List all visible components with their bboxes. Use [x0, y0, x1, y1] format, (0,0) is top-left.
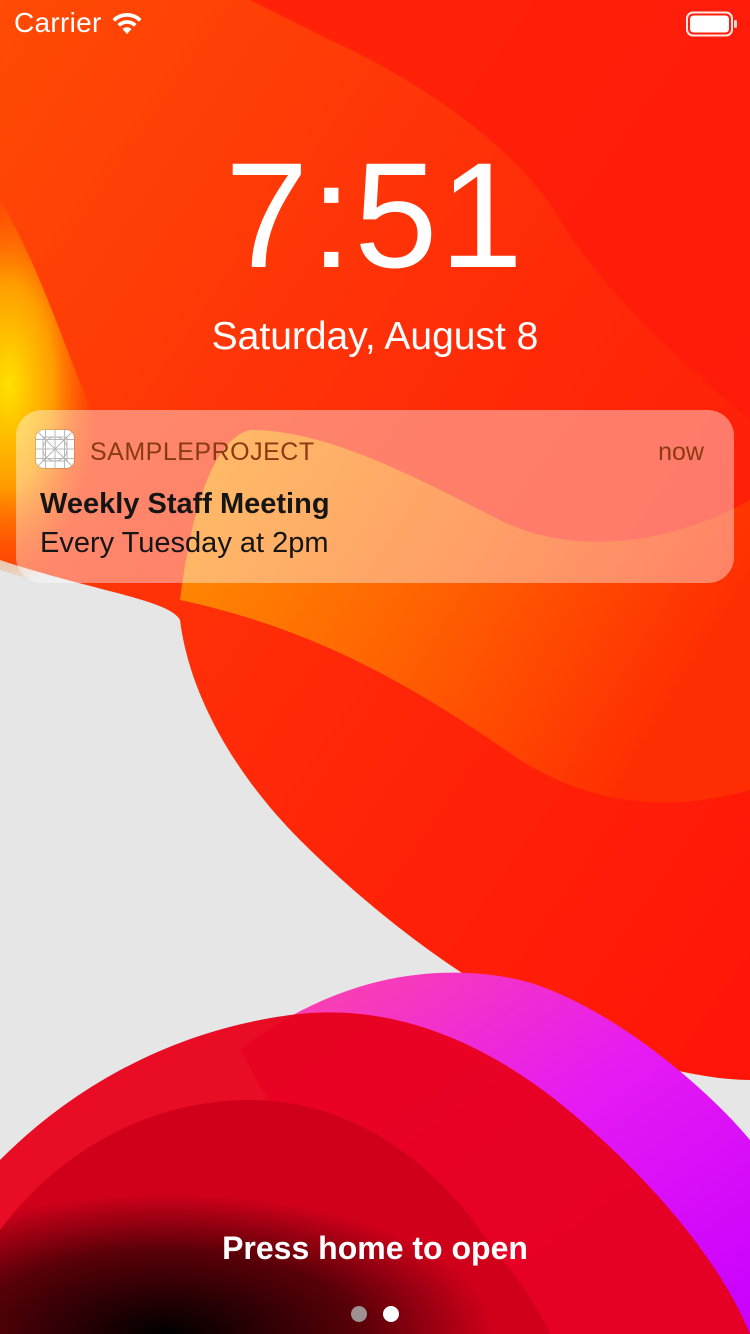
page-dot-1[interactable] — [351, 1306, 367, 1322]
unlock-hint: Press home to open — [222, 1230, 528, 1266]
status-bar: Carrier — [0, 0, 750, 48]
carrier-label: Carrier — [14, 7, 102, 38]
lock-screen-time: 7:51 — [225, 131, 525, 299]
notification-card[interactable]: SAMPLEPROJECT now Weekly Staff Meeting E… — [16, 410, 734, 583]
page-indicator[interactable] — [0, 1306, 750, 1322]
wifi-icon — [112, 12, 142, 34]
lock-screen-date: Saturday, August 8 — [211, 315, 539, 358]
app-grid-icon — [36, 430, 74, 468]
notification-app-name: SAMPLEPROJECT — [90, 438, 315, 466]
notification-title: Weekly Staff Meeting — [40, 488, 330, 520]
notification-body: Every Tuesday at 2pm — [40, 527, 329, 559]
notification-time: now — [658, 438, 704, 466]
lock-screen: Carrier 7:51 Saturday, August 8 SAMPLEPR… — [0, 0, 750, 1334]
battery-icon — [686, 11, 737, 37]
page-dot-2[interactable] — [383, 1306, 399, 1322]
